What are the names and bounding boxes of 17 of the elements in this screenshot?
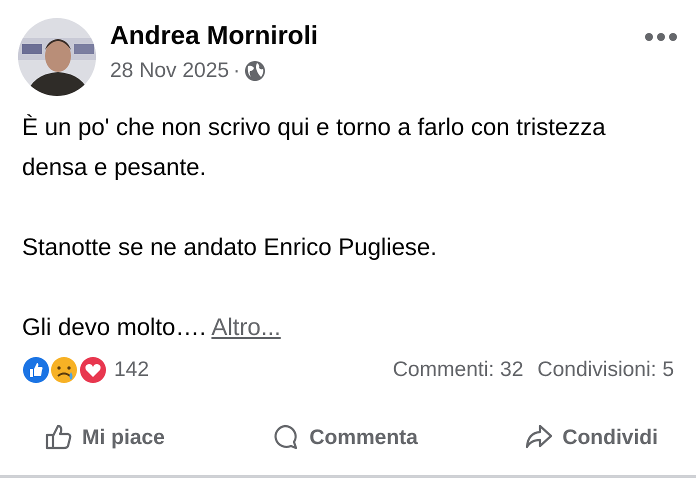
thumbs-up-icon [44,423,74,452]
comment-count[interactable]: Commenti: 32 [392,354,524,386]
like-button[interactable]: Mi piace [38,418,171,457]
post-text: È un po' che non scrivo qui e torno a farlo con tristezza densa e pesante. [22,113,607,183]
post-date[interactable]: 28 Nov 2025 [110,55,230,87]
more-options-icon[interactable] [644,32,678,42]
post-text: Stanotte se ne andato Enrico Pugliese. [22,233,438,263]
reaction-icons[interactable] [22,356,108,384]
separator-dot: · [233,58,240,84]
globe-icon [244,60,266,82]
share-button[interactable]: Condividi [518,418,664,457]
comment-button[interactable]: Commenta [265,418,424,457]
reaction-count[interactable]: 142 [114,354,150,386]
author-name[interactable]: Andrea Morniroli [110,20,644,52]
see-more-link[interactable]: Altro... [211,314,281,341]
share-count[interactable]: Condivisioni: 5 [537,354,674,386]
post-text: Gli devo molto…. Altro... [22,313,282,343]
